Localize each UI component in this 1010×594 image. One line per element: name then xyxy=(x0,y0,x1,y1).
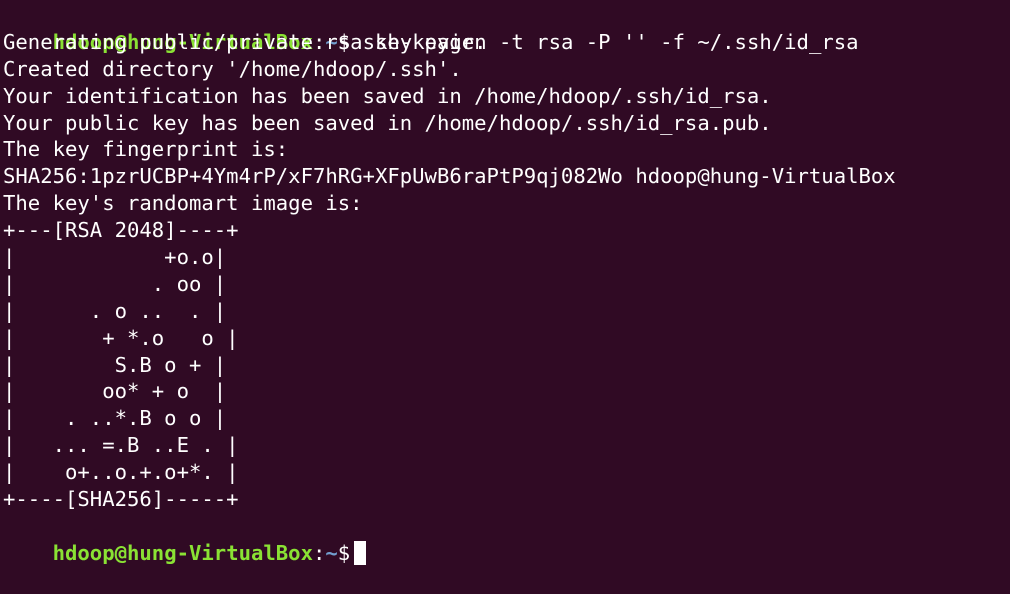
command-line: hdoop@hung-VirtualBox:~$ ssh-keygen -t r… xyxy=(3,2,1010,54)
randomart-bottom-border: +----[SHA256]-----+ xyxy=(3,487,239,512)
prompt-path: ~ xyxy=(325,540,338,565)
terminal-window[interactable]: hdoop@hung-VirtualBox:~$ ssh-keygen -t r… xyxy=(0,0,1010,565)
output-line: The key fingerprint is: xyxy=(3,137,289,162)
prompt-separator: : xyxy=(312,540,326,565)
output-line: The key's randomart image is: xyxy=(3,191,363,216)
randomart-row: | +o.o| xyxy=(3,245,227,270)
active-prompt-line[interactable]: hdoop@hung-VirtualBox:~$ xyxy=(3,513,1010,565)
output-line: Your public key has been saved in /home/… xyxy=(3,110,772,135)
randomart-row: | + *.o o | xyxy=(3,325,239,350)
randomart-row: | S.B o + | xyxy=(3,352,227,377)
text-cursor[interactable] xyxy=(354,540,367,565)
randomart-row: | o+..o.+.o+*. | xyxy=(3,460,239,485)
prompt-symbol: $ xyxy=(337,540,351,565)
output-line: Created directory '/home/hdoop/.ssh'. xyxy=(3,56,462,81)
randomart-row: | oo* + o | xyxy=(3,379,227,404)
output-line: Your identification has been saved in /h… xyxy=(3,83,772,108)
randomart-row: | . o .. . | xyxy=(3,298,227,323)
randomart-row: | . oo | xyxy=(3,271,227,296)
fingerprint-line: SHA256:1pzrUCBP+4Ym4rP/xF7hRG+XFpUwB6raP… xyxy=(3,164,896,189)
randomart-row: | . ..*.B o o | xyxy=(3,406,227,431)
randomart-top-border: +---[RSA 2048]----+ xyxy=(3,218,239,243)
prompt-user-host: hdoop@hung-VirtualBox xyxy=(52,540,313,565)
randomart-row: | ... =.B ..E . | xyxy=(3,433,239,458)
